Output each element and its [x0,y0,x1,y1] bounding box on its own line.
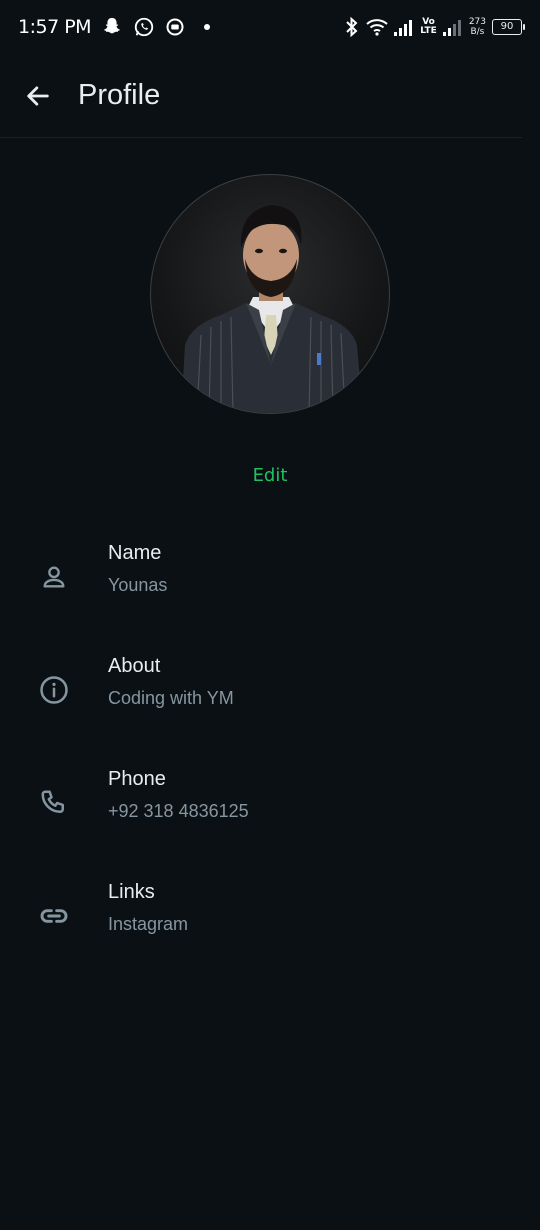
back-button[interactable] [20,78,56,114]
profile-photo[interactable] [150,174,390,414]
status-time: 1:57 PM [18,16,92,38]
link-icon [36,898,72,934]
wifi-icon [366,17,388,37]
status-bar-left: 1:57 PM [18,16,211,38]
info-row-about[interactable]: About Coding with YM [0,655,540,735]
info-row-name[interactable]: Name Younas [0,542,540,622]
info-row-links[interactable]: Links Instagram [0,881,540,961]
info-label-phone: Phone [108,768,166,790]
phone-icon [36,785,72,821]
dot-icon [203,23,211,31]
status-bar-right: Vo LTE 273 B/s 90 [344,16,525,38]
battery-indicator: 90 [492,19,525,35]
page-title: Profile [78,79,161,111]
edit-photo-link[interactable]: Edit [0,465,540,486]
screen-record-icon [165,17,185,37]
signal-icon [394,18,414,36]
app-bar: Profile [0,54,522,138]
info-icon [36,672,72,708]
net-speed: 273 B/s [468,17,486,37]
info-value-name: Younas [108,575,168,595]
info-label-name: Name [108,542,162,564]
info-label-about: About [108,655,161,677]
status-bar: 1:57 PM Vo LTE 273 B/s 90 [0,0,540,54]
info-value-about: Coding with YM [108,688,234,708]
info-label-links: Links [108,881,155,903]
snapchat-icon [101,16,123,38]
bluetooth-icon [344,16,360,38]
info-value-links: Instagram [108,914,189,934]
volte-icon: Vo LTE [420,17,437,36]
person-icon [36,559,72,595]
whatsapp-icon [133,16,155,38]
signal-icon-2 [442,18,463,36]
info-value-phone: +92 318 4836125 [108,801,249,821]
profile-photo-image [181,205,363,413]
info-row-phone[interactable]: Phone +92 318 4836125 [0,768,540,848]
arrow-left-icon [27,85,49,106]
